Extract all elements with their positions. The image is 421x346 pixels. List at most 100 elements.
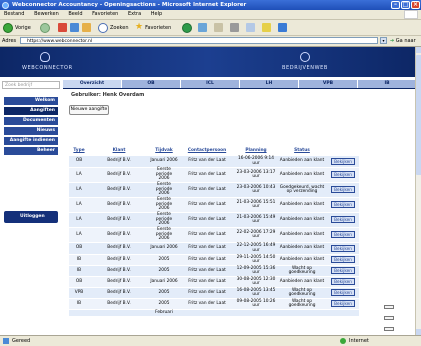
menu-item-view[interactable]: Beeld [64, 10, 86, 19]
url-input[interactable]: https://www.webconnector.nl [20, 37, 378, 44]
cell-klant: Bedrijf B.V. [89, 155, 149, 168]
minimize-button[interactable]: – [391, 1, 400, 9]
windows-logo-icon [404, 10, 418, 19]
window-titlebar: Webconnector Accountancy - Openingsactio… [0, 0, 421, 10]
history-button[interactable] [198, 22, 207, 33]
refresh-button[interactable] [70, 22, 79, 33]
research-button[interactable] [278, 22, 287, 33]
row-extra-icon[interactable] [384, 327, 394, 331]
sidebar-item-label: Aangifte indienen [9, 138, 55, 143]
new-request-button[interactable]: Nieuwe aangifte [69, 105, 109, 115]
tab-label: VPB [322, 81, 334, 86]
search-button[interactable]: Zoeken [98, 22, 129, 33]
print-button[interactable] [230, 22, 239, 33]
address-dropdown-chevron-down-icon[interactable]: ▾ [380, 37, 387, 44]
cell-tijdvak: Januari 2006 [149, 276, 179, 288]
view-button[interactable]: Bekijken [331, 267, 355, 275]
view-button[interactable]: Bekijken [331, 300, 355, 308]
cell-action: Bekijken [327, 298, 359, 310]
cell-action: Bekijken [327, 167, 359, 183]
table-row: LA Bedrijf B.V. Eerste periode 2006 Fritz v… [69, 197, 359, 213]
view-button[interactable]: Bekijken [331, 278, 355, 286]
edit-button[interactable] [246, 22, 255, 33]
cell-type: OB [69, 155, 89, 168]
media-button[interactable] [182, 22, 192, 33]
stop-button[interactable] [58, 22, 67, 33]
table-row: OB Bedrijf B.V. Januari 2006 Fritz van der … [69, 155, 359, 168]
menu-item-edit[interactable]: Bewerken [30, 10, 63, 19]
view-button[interactable]: Bekijken [331, 186, 355, 194]
tab-icl[interactable]: ICL [181, 80, 239, 88]
scrollbar-thumb[interactable] [416, 55, 421, 175]
menu-item-favorites[interactable]: Favorieten [88, 10, 122, 19]
view-button[interactable]: Bekijken [331, 216, 355, 224]
forward-button[interactable] [40, 22, 50, 33]
menu-item-tools[interactable]: Extra [124, 10, 145, 19]
cell-type: LA [69, 182, 89, 198]
view-button[interactable]: Bekijken [331, 256, 355, 264]
menu-item-file[interactable]: Bestand [0, 10, 28, 19]
sidebar-item-beheer[interactable]: Beheer [4, 147, 58, 155]
tab-divider [63, 88, 415, 89]
go-button[interactable]: ➔ Ga naar [390, 37, 416, 45]
row-extra-icon[interactable] [384, 316, 394, 320]
tab-ib[interactable]: IB [358, 80, 415, 88]
table-cell [235, 309, 277, 316]
cell-status: Aanbieden aan klant [277, 276, 327, 288]
cell-status: Aanbieden aan klant [277, 212, 327, 228]
column-header-klant[interactable]: Klant [89, 145, 149, 156]
internet-zone-icon [340, 338, 346, 344]
cell-type: LA [69, 212, 89, 228]
cell-type: IB [69, 254, 89, 266]
table-row: Februari [69, 309, 359, 316]
cell-status: Wacht op goedkeuring [277, 265, 327, 277]
view-button[interactable]: Bekijken [331, 244, 355, 252]
view-button[interactable]: Bekijken [331, 201, 355, 209]
column-header-contactpersoon[interactable]: Contactpersoon [179, 145, 235, 156]
view-button[interactable]: Bekijken [331, 171, 355, 179]
cell-planning: 09-08-2005 10:26 uur [235, 298, 277, 310]
menu-item-help[interactable]: Help [147, 10, 166, 19]
view-button[interactable]: Bekijken [331, 157, 355, 165]
logout-button[interactable]: Uitloggen [4, 211, 58, 223]
sidebar-item-nieuws[interactable]: Nieuws [4, 127, 58, 135]
back-label: Vorige [15, 24, 31, 31]
sidebar-item-label: Aangiften [30, 108, 55, 113]
back-button[interactable]: Vorige [3, 22, 31, 33]
tab-label: IB [384, 81, 390, 86]
internet-explorer-icon [2, 1, 9, 9]
new-request-label: Nieuwe aangifte [70, 107, 108, 112]
favorites-button[interactable]: ★ Favorieten [135, 22, 171, 33]
sidebar-item-documenten[interactable]: Documenten [4, 117, 58, 125]
cell-action: Bekijken [327, 242, 359, 255]
tab-lh[interactable]: LH [240, 80, 298, 88]
cell-contactpersoon: Fritz van der Laat [179, 197, 235, 213]
cell-action: Bekijken [327, 254, 359, 266]
sidebar-item-label: Documenten [22, 118, 55, 123]
company-search-input[interactable]: Zoek bedrijf [2, 81, 60, 89]
cell-contactpersoon: Fritz van der Laat [179, 287, 235, 299]
cell-action: Bekijken [327, 212, 359, 228]
column-header-status[interactable]: Status [277, 145, 327, 156]
row-extra-icon[interactable] [384, 305, 394, 309]
close-button[interactable]: × [411, 1, 420, 9]
mail-button[interactable] [214, 22, 223, 33]
vertical-scrollbar[interactable] [415, 47, 421, 335]
messenger-button[interactable] [262, 22, 271, 33]
tab-overzicht[interactable]: Overzicht [63, 80, 121, 88]
view-button[interactable]: Bekijken [331, 231, 355, 239]
tab-ob[interactable]: OB [122, 80, 180, 88]
home-button[interactable] [82, 22, 91, 33]
cell-planning: 21-03-2006 15:49 uur [235, 212, 277, 228]
sidebar-item-welkom[interactable]: Welkom [4, 97, 58, 105]
column-header-tijdvak[interactable]: Tijdvak [149, 145, 179, 156]
cell-contactpersoon: Fritz van der Laat [179, 155, 235, 168]
column-header-planning[interactable]: Planning [235, 145, 277, 156]
maximize-button[interactable]: □ [401, 1, 410, 9]
column-header-type[interactable]: Type [69, 145, 89, 156]
scroll-up-chevron-up-icon[interactable] [416, 47, 421, 53]
sidebar-item-aangiften[interactable]: Aangiften [4, 107, 58, 115]
tab-vpb[interactable]: VPB [299, 80, 357, 88]
view-button[interactable]: Bekijken [331, 289, 355, 297]
sidebar-item-aangifte-indienen[interactable]: Aangifte indienen [4, 137, 58, 145]
